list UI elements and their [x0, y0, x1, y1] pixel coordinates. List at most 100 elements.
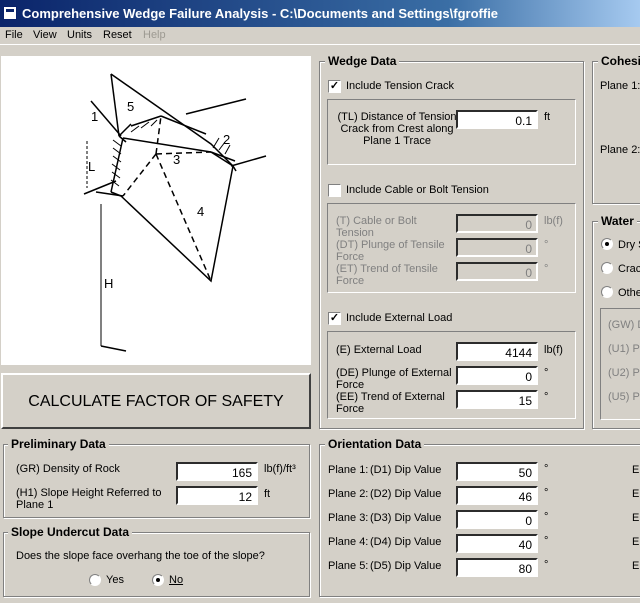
overhang-no-radio[interactable]: [152, 574, 164, 586]
orientation-plane5: Plane 5:: [328, 560, 369, 572]
slope-height-input[interactable]: 12: [176, 486, 258, 505]
water-other-radio[interactable]: [601, 286, 613, 298]
app-icon: [3, 6, 17, 20]
cohesion-plane1-label: Plane 1:: [600, 80, 640, 92]
et-label: (ET) Trend of Tensile Force: [336, 263, 438, 287]
wedge-diagram-svg: 1 5 2 3 4 L H: [83, 73, 267, 352]
cohesion-plane2-label: Plane 2:: [600, 144, 640, 156]
preliminary-data-title: Preliminary Data: [8, 437, 109, 451]
slope-undercut-group: [3, 532, 310, 597]
de-label: (DE) Plunge of External Force: [336, 367, 452, 391]
water-dry-label[interactable]: Dry S: [618, 239, 640, 251]
cable-tension-checkbox[interactable]: [328, 184, 341, 197]
overhang-no-label[interactable]: No: [169, 574, 183, 586]
wedge-data-title: Wedge Data: [325, 54, 400, 68]
external-load-label[interactable]: Include External Load: [346, 312, 452, 324]
orientation-data-title: Orientation Data: [325, 437, 425, 451]
gw-label: (GW) D: [608, 319, 640, 331]
u5-label: (U5) P: [608, 391, 640, 403]
et-input[interactable]: 0: [456, 262, 538, 281]
menu-file[interactable]: File: [5, 29, 23, 41]
d1-input[interactable]: 50: [456, 462, 538, 481]
diagram-label-1: 1: [91, 109, 98, 124]
d1-label: (D1) Dip Value: [370, 464, 442, 476]
tl-label: (TL) Distance of Tension Crack from Cres…: [337, 111, 457, 147]
d5-trend-label: E: [632, 560, 640, 572]
diagram-label-3: 3: [173, 152, 180, 167]
d3-input[interactable]: 0: [456, 510, 538, 529]
d5-input[interactable]: 80: [456, 558, 538, 577]
diagram-label-5: 5: [127, 99, 134, 114]
water-other-label[interactable]: Othe: [618, 287, 640, 299]
dt-input[interactable]: 0: [456, 238, 538, 257]
tension-crack-label[interactable]: Include Tension Crack: [346, 80, 454, 92]
diagram-label-4: 4: [197, 204, 204, 219]
external-load-checkbox[interactable]: ✓: [328, 312, 341, 325]
d3-unit: °: [544, 511, 549, 523]
water-crack-label[interactable]: Crac: [618, 263, 640, 275]
title-bar: Comprehensive Wedge Failure Analysis - C…: [0, 0, 640, 27]
slope-height-unit: ft: [264, 488, 271, 500]
wedge-diagram: 1 5 2 3 4 L H: [1, 56, 311, 365]
calculate-button[interactable]: CALCULATE FACTOR OF SAFETY: [1, 373, 311, 429]
d2-input[interactable]: 46: [456, 486, 538, 505]
overhang-yes-radio[interactable]: [89, 574, 101, 586]
orientation-plane2: Plane 2:: [328, 488, 369, 500]
de-input[interactable]: 0: [456, 366, 538, 385]
u1-label: (U1) P: [608, 343, 640, 355]
u2-label: (U2) P: [608, 367, 640, 379]
window-title: Comprehensive Wedge Failure Analysis - C…: [22, 6, 499, 21]
orientation-plane4: Plane 4:: [328, 536, 369, 548]
menu-units[interactable]: Units: [67, 29, 92, 41]
tl-input[interactable]: 0.1: [456, 110, 538, 129]
ee-input[interactable]: 15: [456, 390, 538, 409]
d4-label: (D4) Dip Value: [370, 536, 442, 548]
d2-unit: °: [544, 487, 549, 499]
d1-unit: °: [544, 463, 549, 475]
water-dry-radio[interactable]: [601, 238, 613, 250]
dt-label: (DT) Plunge of Tensile Force: [336, 239, 445, 263]
d4-unit: °: [544, 535, 549, 547]
orientation-plane3: Plane 3:: [328, 512, 369, 524]
t-input[interactable]: 0: [456, 214, 538, 233]
t-label: (T) Cable or Bolt Tension: [336, 215, 417, 239]
t-unit: lb(f): [544, 215, 563, 227]
et-unit: °: [544, 263, 549, 275]
d4-input[interactable]: 40: [456, 534, 538, 553]
cable-tension-label[interactable]: Include Cable or Bolt Tension: [346, 184, 489, 196]
d2-label: (D2) Dip Value: [370, 488, 442, 500]
e-unit: lb(f): [544, 344, 563, 356]
menu-reset[interactable]: Reset: [103, 29, 132, 41]
diagram-label-2: 2: [223, 132, 230, 147]
water-title: Water: [598, 214, 637, 228]
d4-trend-label: E: [632, 536, 640, 548]
ee-label: (EE) Trend of External Force: [336, 391, 445, 415]
menu-view[interactable]: View: [33, 29, 57, 41]
diagram-label-h: H: [104, 276, 113, 291]
overhang-yes-label[interactable]: Yes: [106, 574, 124, 586]
overhang-question: Does the slope face overhang the toe of …: [16, 550, 265, 562]
ee-unit: °: [544, 391, 549, 403]
d1-trend-label: E: [632, 464, 640, 476]
d3-trend-label: E: [632, 512, 640, 524]
slope-undercut-title: Slope Undercut Data: [8, 525, 133, 539]
de-unit: °: [544, 367, 549, 379]
water-crack-radio[interactable]: [601, 262, 613, 274]
density-input[interactable]: 165: [176, 462, 258, 481]
tension-crack-checkbox[interactable]: ✓: [328, 80, 341, 93]
d5-unit: °: [544, 559, 549, 571]
e-input[interactable]: 4144: [456, 342, 538, 361]
diagram-label-l: L: [88, 159, 95, 174]
d5-label: (D5) Dip Value: [370, 560, 442, 572]
dt-unit: °: [544, 239, 549, 251]
orientation-plane1: Plane 1:: [328, 464, 369, 476]
tl-unit: ft: [544, 111, 551, 123]
cohesion-title: Cohesi: [598, 54, 640, 68]
slope-height-label: (H1) Slope Height Referred to Plane 1: [16, 487, 162, 511]
menu-bar: File View Units Reset Help: [0, 27, 640, 45]
density-label: (GR) Density of Rock: [16, 463, 120, 475]
e-label: (E) External Load: [336, 344, 422, 356]
menu-help[interactable]: Help: [143, 29, 166, 41]
d3-label: (D3) Dip Value: [370, 512, 442, 524]
density-unit: lb(f)/ft³: [264, 463, 296, 475]
